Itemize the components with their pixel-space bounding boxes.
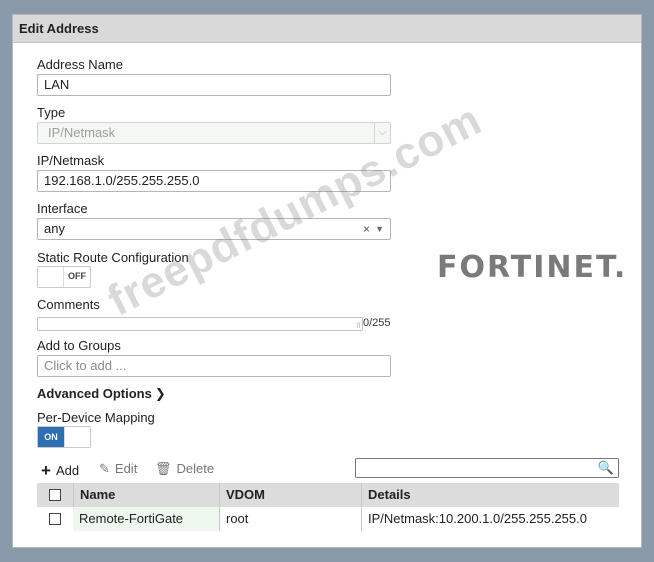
column-header-vdom[interactable]: VDOM [219, 483, 361, 507]
advanced-options-toggle[interactable]: Advanced Options ❯ [37, 386, 166, 402]
static-route-state: OFF [68, 271, 86, 281]
type-label: Type [37, 105, 66, 120]
per-device-mapping-label: Per-Device Mapping [37, 410, 155, 425]
comments-label: Comments [37, 297, 100, 312]
column-header-details[interactable]: Details [361, 483, 595, 507]
fortinet-logo: FORTINET. [437, 250, 628, 285]
add-button[interactable]: + Add [41, 461, 79, 481]
chevron-right-icon: ❯ [154, 386, 166, 401]
add-to-groups-input[interactable]: Click to add ... [37, 355, 391, 377]
interface-label: Interface [37, 201, 88, 216]
address-name-value: LAN [44, 77, 70, 92]
address-name-input[interactable]: LAN [37, 74, 391, 96]
edit-button[interactable]: ✎ Edit [99, 461, 137, 477]
add-to-groups-placeholder: Click to add ... [44, 358, 127, 373]
edit-icon: ✎ [99, 461, 110, 476]
search-input[interactable]: 🔍 [355, 458, 619, 478]
plus-icon: + [41, 461, 51, 480]
toggle-knob [64, 427, 90, 447]
row-details: IP/Netmask:10.200.1.0/255.255.255.0 [361, 507, 595, 531]
per-device-mapping-state: ON [38, 427, 64, 447]
row-checkbox[interactable] [49, 513, 61, 525]
column-header-name[interactable]: Name [73, 483, 219, 507]
address-name-label: Address Name [37, 57, 123, 72]
trash-icon: 🗑 [155, 461, 172, 476]
resize-grip-icon[interactable]: ⠿ [356, 322, 361, 330]
dropdown-arrow-icon[interactable]: ▼ [375, 219, 384, 239]
search-icon[interactable]: 🔍 [598, 460, 614, 476]
delete-label: Delete [176, 461, 215, 476]
select-all-checkbox[interactable] [49, 489, 61, 501]
dialog-title: Edit Address [13, 15, 641, 43]
delete-button[interactable]: 🗑 Delete [155, 461, 214, 477]
comments-textarea[interactable]: ⠿ [37, 317, 363, 331]
clear-icon[interactable]: × [363, 219, 370, 239]
row-vdom: root [219, 507, 361, 531]
mapping-table: Name VDOM Details Remote-FortiGate root … [37, 483, 619, 531]
interface-value: any [44, 221, 65, 236]
table-row[interactable]: Remote-FortiGate root IP/Netmask:10.200.… [37, 507, 619, 531]
row-name: Remote-FortiGate [73, 507, 219, 531]
ip-netmask-label: IP/Netmask [37, 153, 105, 168]
add-label: Add [55, 463, 80, 478]
advanced-options-label: Advanced Options [37, 386, 152, 401]
type-value: IP/Netmask [48, 125, 116, 140]
per-device-mapping-toggle[interactable]: ON [37, 426, 91, 448]
ip-netmask-value: 192.168.1.0/255.255.255.0 [44, 173, 200, 188]
type-select: IP/Netmask ⌵ [37, 122, 391, 144]
edit-label: Edit [114, 461, 138, 476]
comments-counter: 0/255 [363, 317, 391, 329]
toggle-knob [38, 267, 64, 287]
add-to-groups-label: Add to Groups [37, 338, 121, 353]
table-header: Name VDOM Details [37, 483, 619, 507]
static-route-toggle[interactable]: OFF [37, 266, 91, 288]
